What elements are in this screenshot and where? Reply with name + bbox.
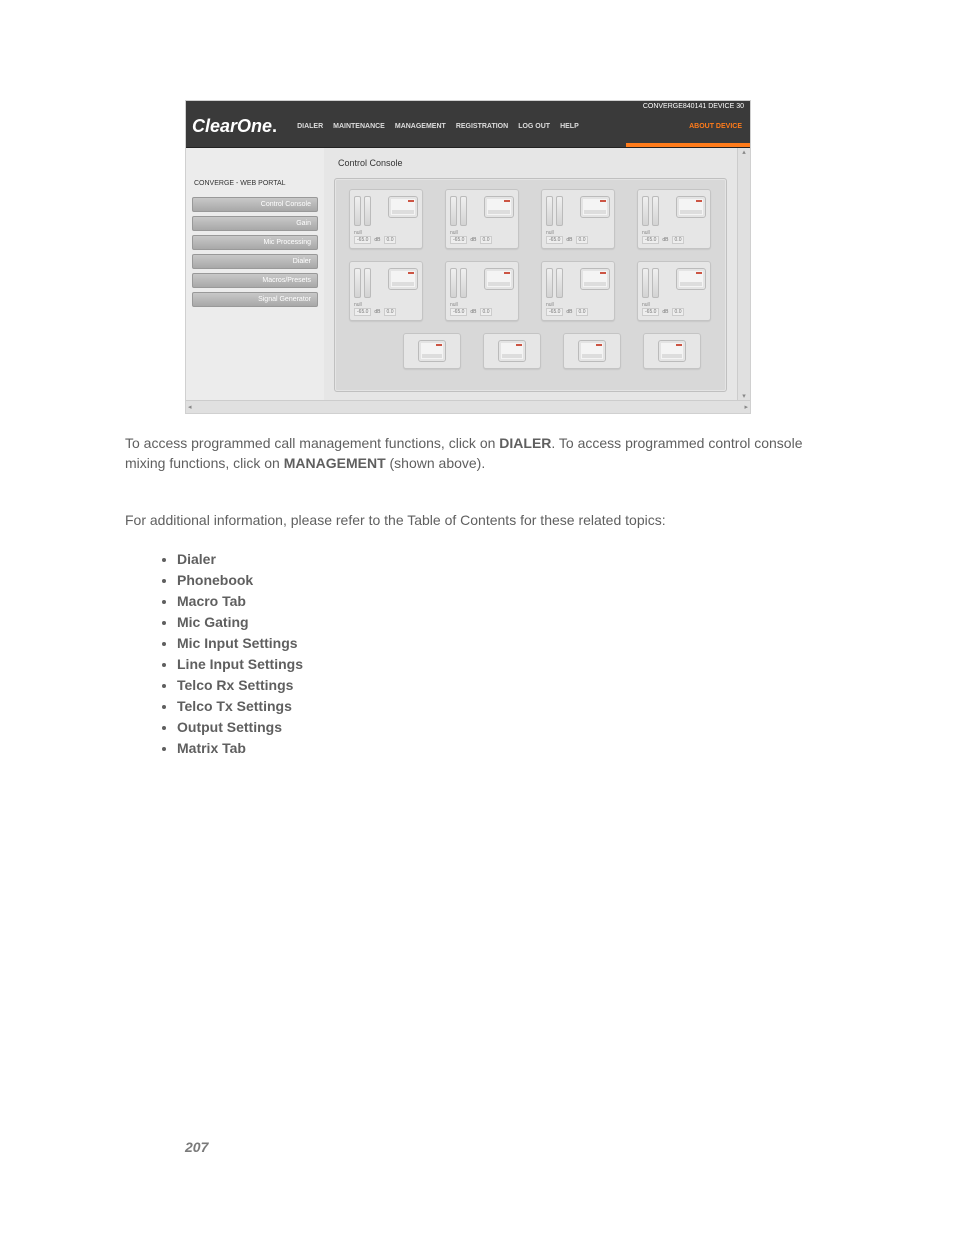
sidebar-title: CONVERGE - WEB PORTAL: [194, 180, 316, 187]
about-device-link[interactable]: ABOUT DEVICE: [689, 123, 742, 130]
horizontal-scrollbar[interactable]: ◂▸: [186, 400, 750, 413]
sidebar: CONVERGE - WEB PORTAL Control Console Ga…: [186, 148, 324, 400]
topic-item: Telco Rx Settings: [177, 675, 829, 696]
card-row: null -65.0dB0.0 null -65.0dB0.0 null -65…: [343, 189, 718, 249]
scroll-up-icon[interactable]: ▴: [742, 148, 746, 156]
main-panel: Control Console null -65.0dB0.0 null -65…: [324, 148, 737, 400]
mute-icon[interactable]: [580, 196, 610, 218]
mute-icon[interactable]: [676, 196, 706, 218]
topic-item: Macro Tab: [177, 591, 829, 612]
topic-item: Mic Gating: [177, 612, 829, 633]
sidebar-item-control-console[interactable]: Control Console: [192, 197, 318, 212]
top-nav: DIALER MAINTENANCE MANAGEMENT REGISTRATI…: [297, 123, 689, 130]
related-topics-list: Dialer Phonebook Macro Tab Mic Gating Mi…: [125, 549, 829, 759]
card-row: [343, 333, 718, 369]
topic-item: Mic Input Settings: [177, 633, 829, 654]
mute-icon[interactable]: [418, 340, 446, 362]
output-card[interactable]: [563, 333, 621, 369]
mute-icon[interactable]: [578, 340, 606, 362]
scroll-down-icon[interactable]: ▾: [742, 392, 746, 400]
channel-card[interactable]: null -65.0dB0.0: [541, 261, 615, 321]
nav-dialer[interactable]: DIALER: [297, 123, 323, 130]
channel-card[interactable]: null -65.0dB0.0: [445, 189, 519, 249]
mute-icon[interactable]: [658, 340, 686, 362]
channel-card[interactable]: null -65.0dB0.0: [637, 261, 711, 321]
sidebar-item-mic-processing[interactable]: Mic Processing: [192, 235, 318, 250]
device-label: CONVERGE840141 DEVICE 30: [186, 101, 750, 112]
channel-card[interactable]: null -65.0dB0.0: [637, 189, 711, 249]
channel-card[interactable]: null -65.0dB0.0: [445, 261, 519, 321]
nav-registration[interactable]: REGISTRATION: [456, 123, 508, 130]
vertical-scrollbar[interactable]: ▴▾: [737, 148, 750, 400]
topic-item: Line Input Settings: [177, 654, 829, 675]
output-card[interactable]: [403, 333, 461, 369]
channel-card[interactable]: null -65.0dB0.0: [541, 189, 615, 249]
channel-card[interactable]: null -65.0dB0.0: [349, 261, 423, 321]
panel-title: Control Console: [338, 158, 727, 168]
mute-icon[interactable]: [676, 268, 706, 290]
instruction-paragraph: To access programmed call management fun…: [125, 434, 829, 473]
mute-icon[interactable]: [388, 196, 418, 218]
cards-container: null -65.0dB0.0 null -65.0dB0.0 null -65…: [334, 178, 727, 392]
sidebar-item-signal-generator[interactable]: Signal Generator: [192, 292, 318, 307]
nav-management[interactable]: MANAGEMENT: [395, 123, 446, 130]
channel-card[interactable]: null -65.0dB0.0: [349, 189, 423, 249]
sidebar-item-macros-presets[interactable]: Macros/Presets: [192, 273, 318, 288]
topic-item: Matrix Tab: [177, 738, 829, 759]
app-header: ClearOne. DIALER MAINTENANCE MANAGEMENT …: [186, 112, 750, 143]
embedded-screenshot: CONVERGE840141 DEVICE 30 ClearOne. DIALE…: [185, 100, 751, 414]
output-card[interactable]: [643, 333, 701, 369]
nav-maintenance[interactable]: MAINTENANCE: [333, 123, 385, 130]
nav-logout[interactable]: LOG OUT: [518, 123, 550, 130]
topic-item: Dialer: [177, 549, 829, 570]
sidebar-item-dialer[interactable]: Dialer: [192, 254, 318, 269]
page-number: 207: [185, 1139, 829, 1155]
topic-item: Output Settings: [177, 717, 829, 738]
mute-icon[interactable]: [484, 268, 514, 290]
management-keyword: MANAGEMENT: [284, 455, 386, 471]
scroll-left-icon[interactable]: ◂: [188, 403, 192, 411]
output-card[interactable]: [483, 333, 541, 369]
card-row: null -65.0dB0.0 null -65.0dB0.0 null -65…: [343, 261, 718, 321]
mute-icon[interactable]: [388, 268, 418, 290]
logo: ClearOne.: [192, 116, 277, 137]
mute-icon[interactable]: [498, 340, 526, 362]
mute-icon[interactable]: [580, 268, 610, 290]
topic-item: Telco Tx Settings: [177, 696, 829, 717]
additional-info-paragraph: For additional information, please refer…: [125, 511, 829, 531]
sidebar-item-gain[interactable]: Gain: [192, 216, 318, 231]
topic-item: Phonebook: [177, 570, 829, 591]
dialer-keyword: DIALER: [499, 435, 551, 451]
nav-help[interactable]: HELP: [560, 123, 579, 130]
scroll-right-icon[interactable]: ▸: [744, 403, 748, 411]
mute-icon[interactable]: [484, 196, 514, 218]
